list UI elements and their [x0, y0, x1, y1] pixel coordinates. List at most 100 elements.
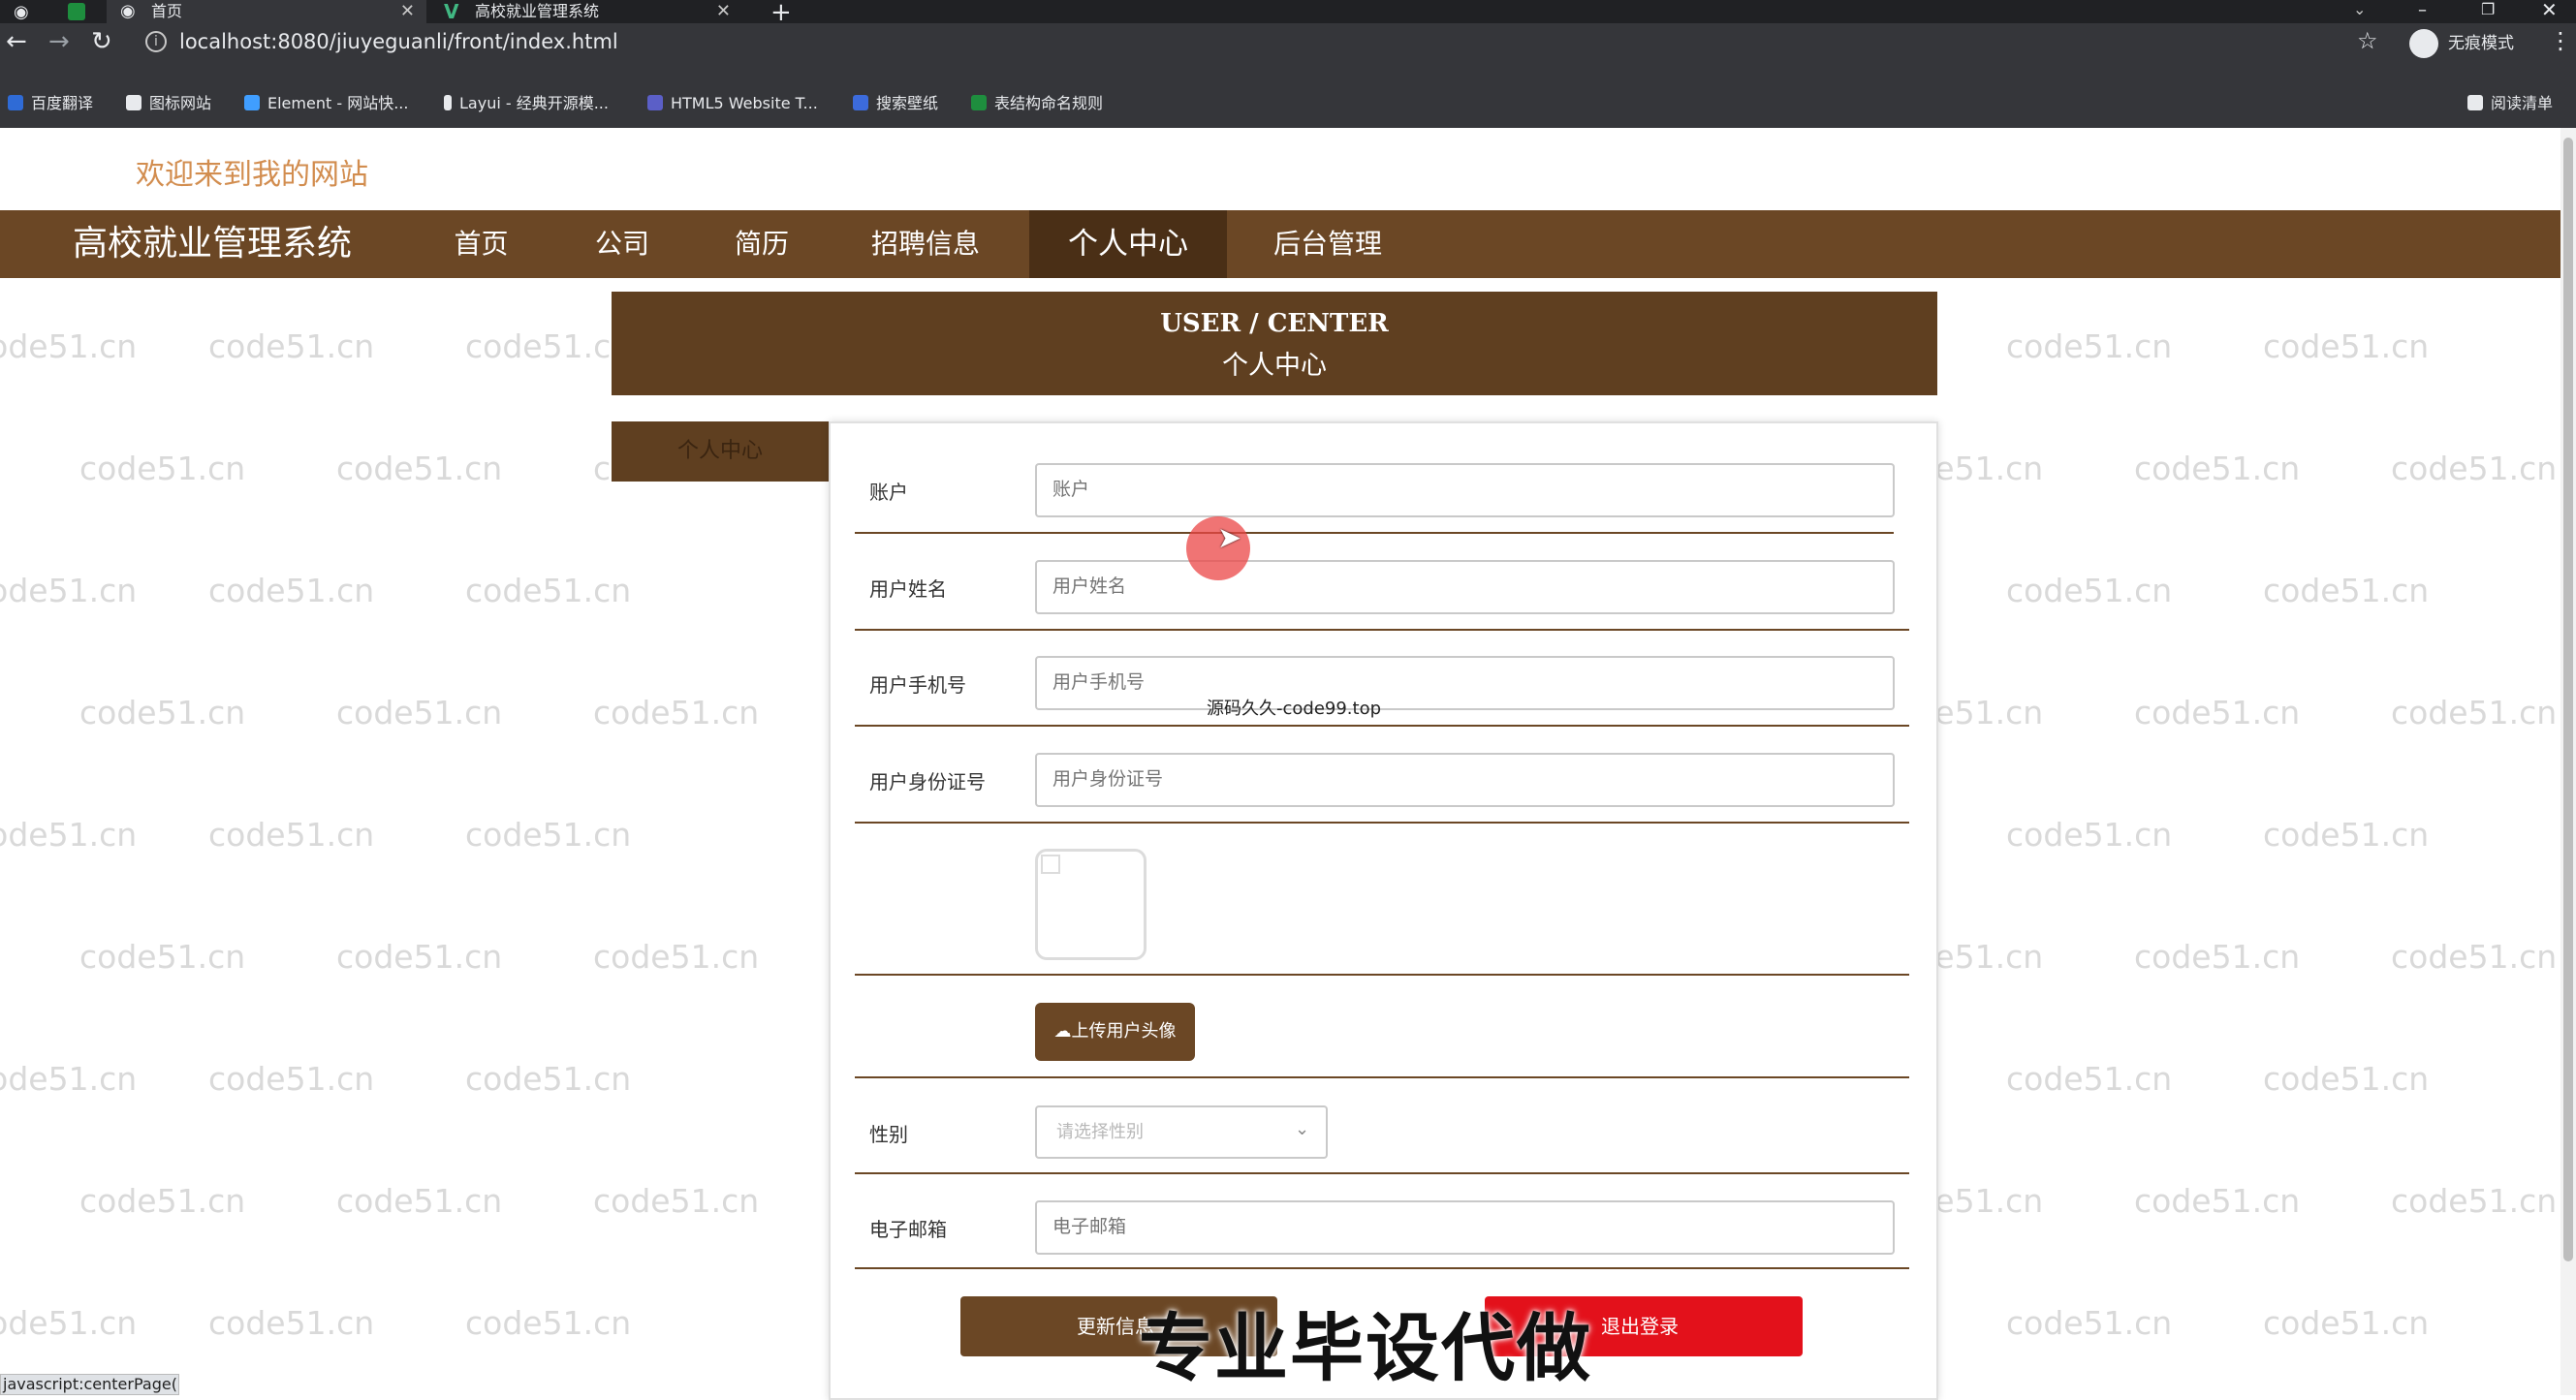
window-close-icon[interactable]: ✕ — [2541, 0, 2558, 21]
phone-input[interactable] — [1035, 656, 1895, 710]
watermark: code51.cn — [79, 694, 246, 731]
nav-company[interactable]: 公司 — [554, 210, 690, 278]
watermark: code51.cn — [79, 1182, 246, 1220]
bookmark-label: Layui - 经典开源模... — [459, 94, 609, 112]
watermark: code51.cn — [2006, 1304, 2173, 1342]
nav-personal-center[interactable]: 个人中心 — [1029, 210, 1227, 278]
watermark: code51.cn — [336, 1182, 503, 1220]
divider — [855, 1172, 1909, 1174]
divider — [855, 629, 1909, 631]
watermark: code51.cn — [2006, 1060, 2173, 1098]
bookmark-item[interactable]: HTML5 Website T... — [647, 91, 818, 116]
watermark: code51.cn — [2006, 572, 2173, 609]
watermark: code51.cn — [2134, 1182, 2301, 1220]
back-icon[interactable]: ← — [6, 27, 27, 56]
browser-menu-icon[interactable]: ◉ — [14, 2, 29, 22]
sidebar-item-personal-center[interactable]: 个人中心 — [612, 421, 829, 482]
incognito-label[interactable]: 无痕模式 — [2448, 27, 2514, 60]
email-input[interactable] — [1035, 1200, 1895, 1255]
watermark: code51.cn — [0, 327, 138, 365]
close-icon[interactable]: ✕ — [716, 0, 731, 23]
restore-icon[interactable]: ❐ — [2481, 0, 2495, 18]
minimize-icon[interactable]: – — [2418, 0, 2427, 20]
divider — [855, 532, 1894, 534]
nav-home[interactable]: 首页 — [412, 210, 550, 278]
bookmark-label: Element - 网站快... — [267, 94, 409, 112]
browser-menu-dots-icon[interactable]: ⋮ — [2549, 27, 2572, 54]
translate-icon — [8, 95, 23, 110]
bookmark-item[interactable]: Element - 网站快... — [244, 91, 408, 116]
reading-list-label: 阅读清单 — [2491, 94, 2554, 112]
reading-list[interactable]: 阅读清单 — [2467, 91, 2553, 116]
bookmark-label: 百度翻译 — [31, 94, 94, 112]
watermark: code51.cn — [2391, 694, 2558, 731]
forward-icon[interactable]: → — [48, 27, 70, 56]
watermark: code51.cn — [208, 572, 375, 609]
info-icon[interactable]: i — [145, 31, 167, 52]
center-heading: USER / CENTER 个人中心 — [612, 292, 1937, 395]
image-placeholder-icon — [1041, 855, 1060, 874]
watermark: code51.cn — [593, 938, 760, 976]
watermark: code51.cn — [336, 694, 503, 731]
url-text[interactable]: localhost:8080/jiuyeguanli/front/index.h… — [179, 23, 618, 60]
element-icon — [244, 95, 260, 110]
sheet-icon — [971, 95, 987, 110]
divider — [855, 1267, 1909, 1269]
tab-search-icon[interactable]: ⌄ — [2353, 0, 2366, 18]
watermark: code51.cn — [2006, 327, 2173, 365]
watermark: code51.cn — [2263, 327, 2430, 365]
scrollbar-thumb[interactable] — [2563, 138, 2573, 1261]
welcome-text: 欢迎来到我的网站 — [136, 158, 368, 192]
idcard-input[interactable] — [1035, 753, 1895, 807]
watermark: code51.cn — [208, 1304, 375, 1342]
name-input[interactable] — [1035, 560, 1895, 614]
bookmark-item[interactable]: 搜索壁纸 — [853, 91, 938, 116]
watermark: code51.cn — [0, 816, 138, 854]
watermark: code51.cn — [465, 816, 632, 854]
mouse-cursor-icon: ➤ — [1217, 521, 1242, 555]
source-watermark-text: 源码久久-code99.top — [1207, 699, 1382, 719]
watermark: code51.cn — [336, 938, 503, 976]
site-title[interactable]: 高校就业管理系统 — [73, 210, 352, 278]
incognito-icon — [2409, 29, 2438, 58]
chevron-down-icon: ⌄ — [1295, 1119, 1310, 1139]
nav-resume[interactable]: 简历 — [694, 210, 830, 278]
upload-avatar-label: 上传用户头像 — [1071, 1021, 1177, 1042]
nav-admin[interactable]: 后台管理 — [1231, 210, 1425, 278]
watermark: code51.cn — [593, 1182, 760, 1220]
account-input[interactable] — [1035, 463, 1895, 517]
phone-label: 用户手机号 — [869, 673, 966, 697]
nav-jobs[interactable]: 招聘信息 — [833, 210, 1018, 278]
watermark: code51.cn — [465, 327, 632, 365]
bookmark-item[interactable]: Layui - 经典开源模... — [444, 91, 609, 116]
bookmark-item[interactable]: 百度翻译 — [8, 91, 93, 116]
wallpaper-icon — [853, 95, 868, 110]
watermark: code51.cn — [2391, 938, 2558, 976]
center-title-zh: 个人中心 — [1222, 351, 1327, 381]
tab-system[interactable]: V 高校就业管理系统 ✕ — [432, 0, 742, 23]
bookmark-label: HTML5 Website T... — [671, 94, 818, 112]
watermark: code51.cn — [2263, 1304, 2430, 1342]
globe-icon: ◉ — [120, 1, 136, 21]
watermark: code51.cn — [465, 1304, 632, 1342]
pinned-tab-icon[interactable] — [68, 3, 85, 20]
gender-label: 性别 — [869, 1123, 908, 1146]
email-label: 电子邮箱 — [869, 1218, 947, 1241]
watermark: code51.cn — [2134, 938, 2301, 976]
reload-icon[interactable]: ↻ — [91, 27, 112, 56]
watermark: code51.cn — [0, 1060, 138, 1098]
tab-home[interactable]: ◉ 首页 ✕ — [107, 0, 426, 23]
bookmark-item[interactable]: 图标网站 — [126, 91, 211, 116]
gender-select[interactable]: 请选择性别 — [1035, 1105, 1328, 1159]
watermark: code51.cn — [465, 1060, 632, 1098]
watermark: code51.cn — [2134, 450, 2301, 487]
bookmark-star-icon[interactable]: ☆ — [2357, 27, 2378, 54]
bookmark-item[interactable]: 表结构命名规则 — [971, 91, 1103, 116]
watermark: code51.cn — [465, 572, 632, 609]
divider — [855, 1076, 1909, 1078]
watermark: code51.cn — [79, 938, 246, 976]
browser-status-bar: javascript:centerPage(); — [0, 1374, 179, 1395]
upload-avatar-button[interactable]: ☁上传用户头像 — [1035, 1003, 1195, 1061]
close-icon[interactable]: ✕ — [400, 0, 415, 23]
watermark: code51.cn — [2006, 816, 2173, 854]
